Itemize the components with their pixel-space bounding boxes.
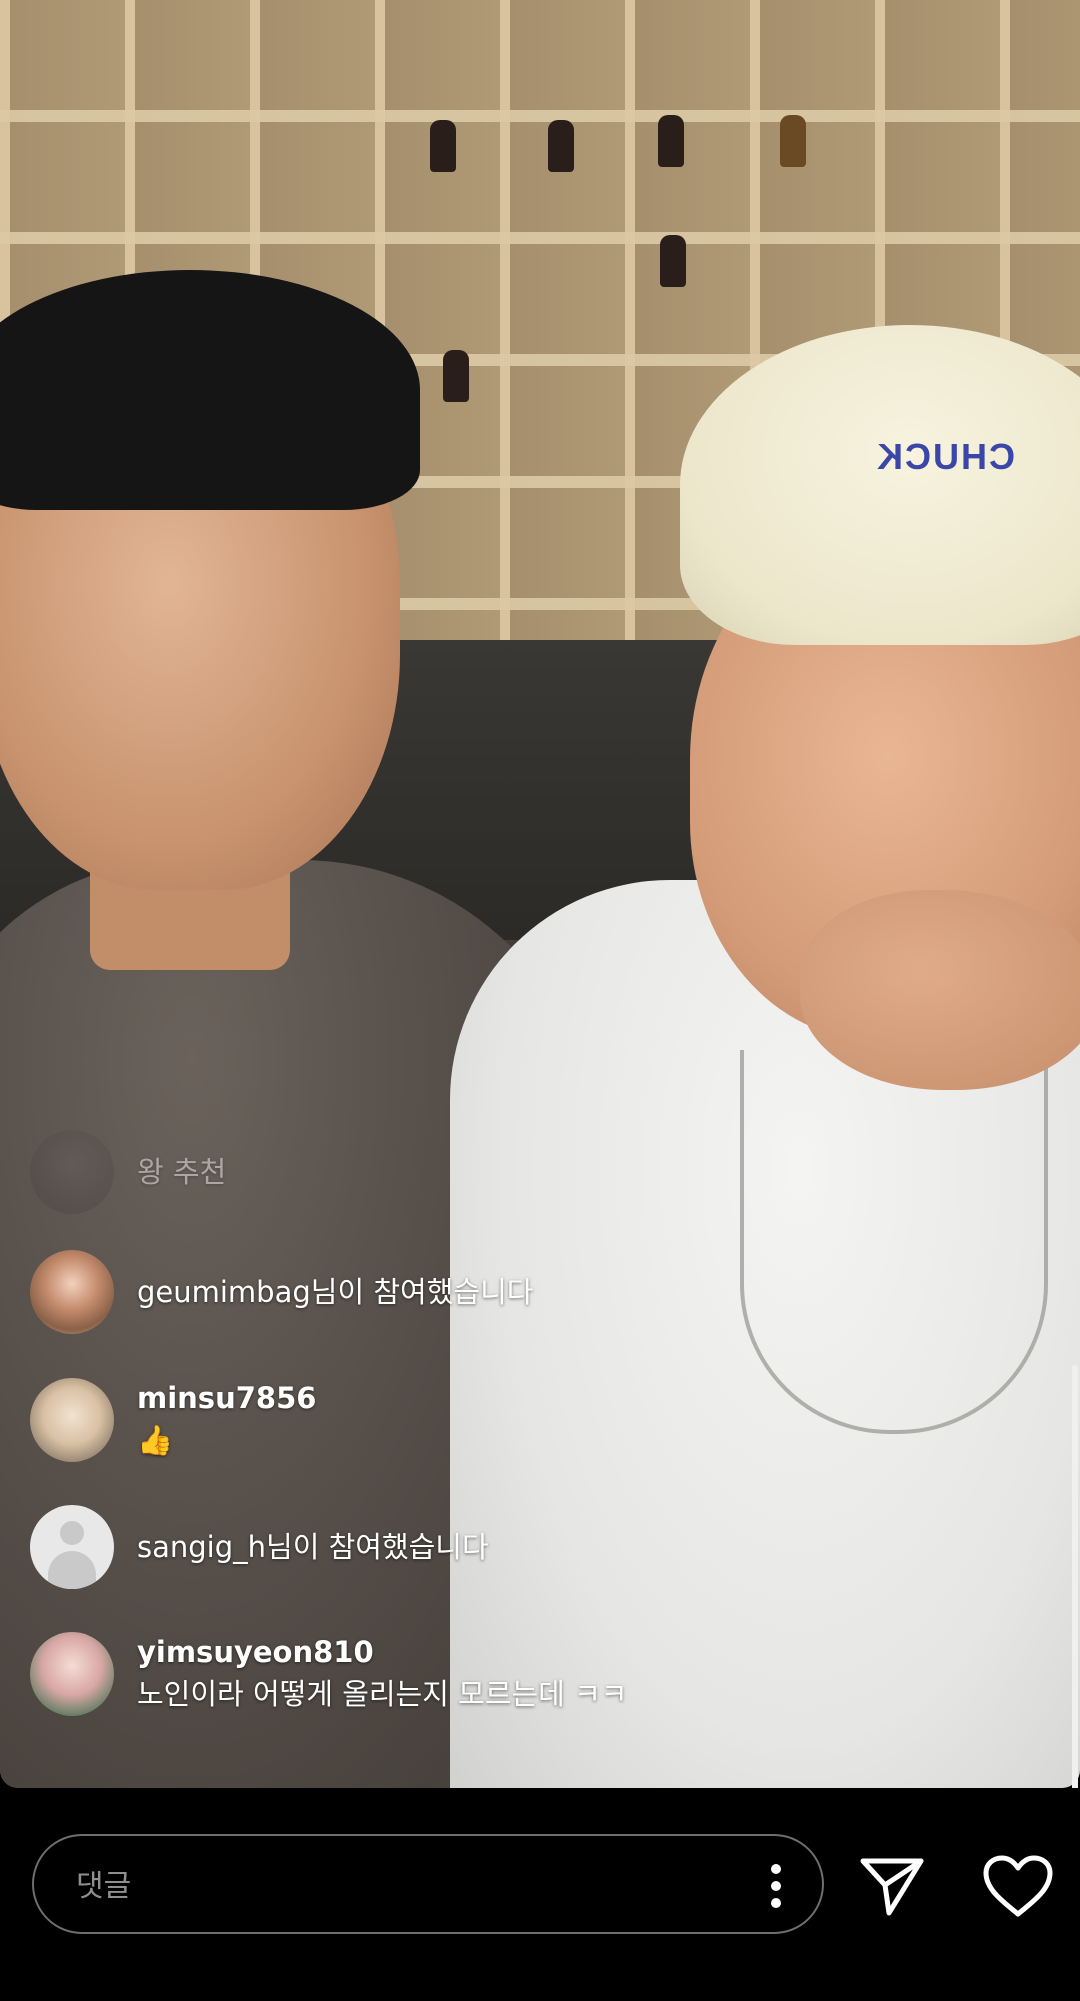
figurine [430, 120, 456, 172]
more-options-button[interactable] [756, 1860, 796, 1912]
comment-body: 👍 [137, 1423, 174, 1457]
comment-box[interactable] [32, 1834, 824, 1934]
comment-username[interactable]: yimsuyeon810 [137, 1632, 374, 1672]
comment-item: minsu7856 👍 [30, 1378, 770, 1468]
scroll-indicator[interactable] [1072, 1365, 1078, 1795]
join-notice: geumimbag님이 참여했습니다 [30, 1250, 770, 1340]
comment-input[interactable] [74, 1860, 718, 1912]
comment-text: 왕 추천 [137, 1155, 227, 1189]
like-button[interactable] [980, 1848, 1056, 1924]
join-text: geumimbag님이 참여했습니다 [137, 1275, 534, 1309]
default-avatar-icon[interactable] [30, 1505, 114, 1589]
join-notice: sangig_h님이 참여했습니다 [30, 1505, 770, 1595]
necklace [740, 1050, 1048, 1434]
user-avatar[interactable] [30, 1632, 114, 1716]
figurine [658, 115, 684, 167]
user-avatar[interactable] [30, 1378, 114, 1462]
send-button[interactable] [854, 1848, 930, 1924]
comment-body: 노인이라 어떻게 올리는지 모르는데 ㅋㅋ [137, 1677, 628, 1711]
paper-plane-icon [860, 1858, 924, 1916]
more-vertical-icon [771, 1864, 781, 1908]
cap-logo: CHUCK [875, 436, 1015, 477]
figurine [443, 350, 469, 402]
join-text: sangig_h님이 참여했습니다 [137, 1530, 489, 1564]
user-avatar[interactable] [30, 1250, 114, 1334]
comment-composer-bar [0, 1788, 1080, 2001]
figurine [548, 120, 574, 172]
comment-item: yimsuyeon810 노인이라 어떻게 올리는지 모르는데 ㅋㅋ [30, 1632, 770, 1722]
person-right-hand [800, 890, 1080, 1090]
heart-icon [983, 1855, 1053, 1917]
figurine [780, 115, 806, 167]
user-avatar[interactable] [30, 1130, 114, 1214]
live-stream-screen: CHUCK 왕 추천 geumimbag님이 참여했습니다 minsu7856 … [0, 0, 1080, 2001]
figurine [660, 235, 686, 287]
comment-username[interactable]: minsu7856 [137, 1378, 316, 1418]
comment-item: 왕 추천 [30, 1130, 770, 1220]
